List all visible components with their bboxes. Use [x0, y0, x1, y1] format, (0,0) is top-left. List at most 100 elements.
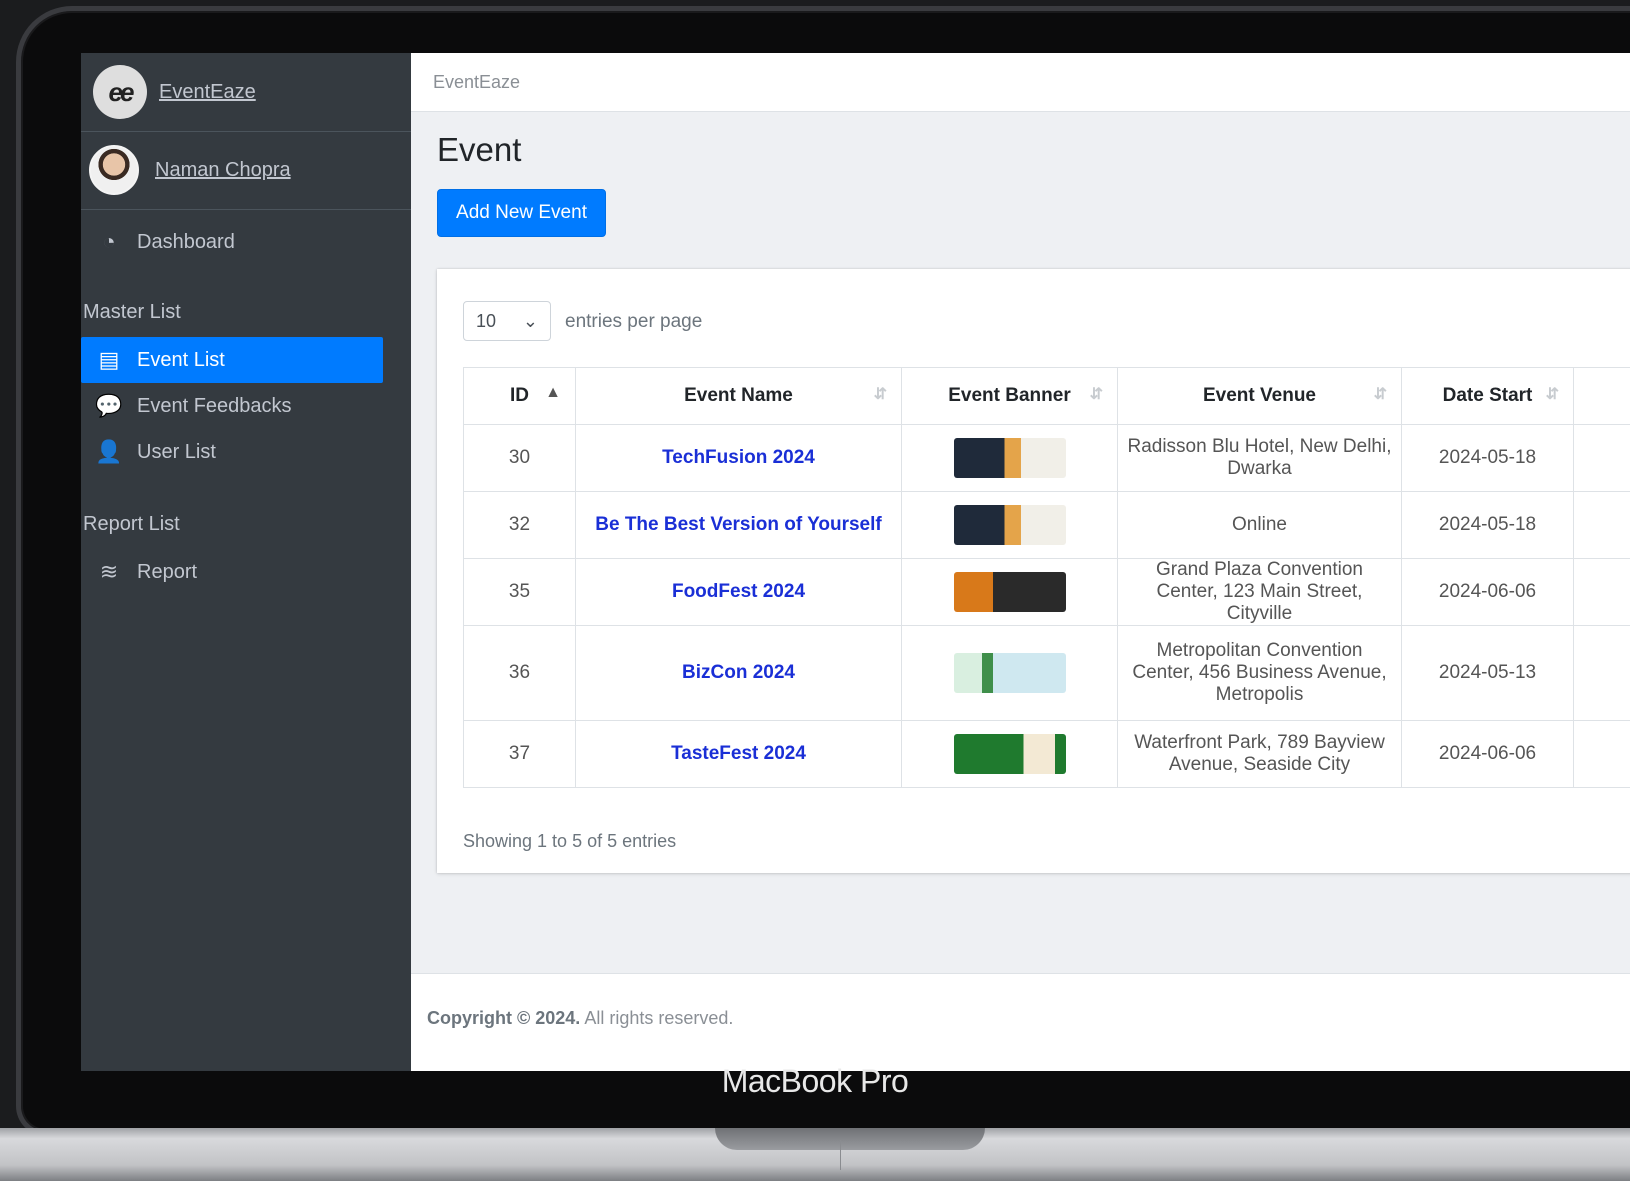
table-row: 32 Be The Best Version of Yourself Onlin…: [463, 491, 1630, 559]
table-row: 30 TechFusion 2024 Radisson Blu Hotel, N…: [463, 424, 1630, 492]
sidebar: ee EventEaze Naman Chopra ◔ Dashboard Ma…: [81, 53, 411, 1071]
sidebar-item-label: Report: [137, 560, 198, 583]
cell-truncated: [1573, 720, 1630, 788]
event-name-link[interactable]: TasteFest 2024: [575, 720, 902, 788]
event-name-link[interactable]: TechFusion 2024: [575, 424, 902, 492]
sidebar-item-label: Dashboard: [137, 230, 235, 253]
cell-date-start: 2024-05-18: [1401, 491, 1574, 559]
laptop-base-seam: [840, 1140, 841, 1170]
event-name-link[interactable]: BizCon 2024: [575, 625, 902, 721]
event-table: ID ▲ Event Name ⇵ Event Banner ⇵ Event Venu…: [463, 367, 1630, 788]
cell-date-start: 2024-06-06: [1401, 558, 1574, 626]
event-banner-image: [953, 572, 1066, 612]
cell-banner: [901, 491, 1118, 559]
table-row: 36 BizCon 2024 Metropolitan Convention C…: [463, 625, 1630, 721]
entries-per-page-label: entries per page: [565, 311, 703, 332]
avatar: [89, 145, 139, 195]
cell-date-start: 2024-05-13: [1401, 625, 1574, 721]
table-icon: ▤: [98, 347, 120, 372]
dashboard-icon: ◔: [102, 229, 116, 254]
table-row: 37 TasteFest 2024 Waterfront Park, 789 B…: [463, 720, 1630, 788]
sidebar-item-label: User List: [137, 440, 216, 463]
entries-per-page-value: 10: [476, 310, 497, 331]
footer: Copyright © 2024. All rights reserved.: [411, 973, 1630, 1071]
brand-link[interactable]: ee EventEaze: [81, 53, 411, 132]
laptop-notch: [715, 1128, 985, 1150]
column-label: Date Start: [1442, 385, 1533, 406]
cell-truncated: [1573, 558, 1630, 626]
cell-venue: Radisson Blu Hotel, New Delhi, Dwarka: [1117, 424, 1402, 492]
column-header-event-banner[interactable]: Event Banner ⇵: [901, 367, 1118, 425]
cell-venue: Metropolitan Convention Center, 456 Busi…: [1117, 625, 1402, 721]
column-header-event-name[interactable]: Event Name ⇵: [575, 367, 902, 425]
sort-icon: ⇵: [1373, 386, 1387, 403]
cell-banner: [901, 720, 1118, 788]
event-banner-image: [953, 505, 1066, 545]
cell-venue: Grand Plaza Convention Center, 123 Main …: [1117, 558, 1402, 626]
footer-rights: All rights reserved.: [584, 1008, 734, 1028]
user-name-link[interactable]: Naman Chopra: [155, 159, 291, 182]
entries-per-page-select[interactable]: 10 ⌄: [463, 301, 551, 341]
cell-banner: [901, 558, 1118, 626]
sidebar-item-event-feedbacks[interactable]: 💬 Event Feedbacks: [81, 383, 383, 429]
sidebar-item-label: Event List: [137, 348, 225, 371]
cell-truncated: [1573, 491, 1630, 559]
cell-date-start: 2024-06-06: [1401, 720, 1574, 788]
cell-id: 37: [463, 720, 576, 788]
chevron-down-icon: ⌄: [522, 310, 538, 331]
sidebar-item-dashboard[interactable]: ◔ Dashboard: [81, 219, 383, 265]
column-label: ID: [510, 385, 529, 406]
sort-icon: ⇵: [1545, 386, 1559, 403]
column-header-id[interactable]: ID ▲: [463, 367, 576, 425]
event-banner-image: [953, 438, 1066, 478]
nav-header-report-list: Report List: [83, 513, 180, 535]
column-header-event-venue[interactable]: Event Venue ⇵: [1117, 367, 1402, 425]
cell-venue: Waterfront Park, 789 Bayview Avenue, Sea…: [1117, 720, 1402, 788]
table-header-row: ID ▲ Event Name ⇵ Event Banner ⇵ Event Venu…: [463, 367, 1630, 425]
cell-date-start: 2024-05-18: [1401, 424, 1574, 492]
cell-truncated: [1573, 625, 1630, 721]
sidebar-item-report[interactable]: ≋ Report: [81, 549, 383, 595]
cell-id: 32: [463, 491, 576, 559]
sidebar-item-user-list[interactable]: 👤 User List: [81, 429, 383, 475]
sort-icon: ⇵: [873, 386, 887, 403]
table-row: 35 FoodFest 2024 Grand Plaza Convention …: [463, 558, 1630, 626]
footer-text: Copyright © 2024. All rights reserved.: [427, 1008, 733, 1029]
footer-copyright: Copyright © 2024.: [427, 1008, 581, 1028]
comments-icon: 💬: [95, 393, 123, 418]
event-name-link[interactable]: Be The Best Version of Yourself: [575, 491, 902, 559]
app-screen: ee EventEaze Naman Chopra ◔ Dashboard Ma…: [81, 53, 1630, 1071]
device-label: MacBook Pro: [721, 1063, 909, 1099]
cell-banner: [901, 625, 1118, 721]
sidebar-item-event-list[interactable]: ▤ Event List: [81, 337, 383, 383]
topbar-brand[interactable]: EventEaze: [433, 72, 520, 93]
event-banner-image: [953, 734, 1066, 774]
column-header-truncated[interactable]: [1573, 367, 1630, 425]
laptop-frame: ee EventEaze Naman Chopra ◔ Dashboard Ma…: [16, 6, 1630, 1136]
cell-id: 30: [463, 424, 576, 492]
event-table-card: 10 ⌄ entries per page ID ▲ Event Name ⇵ Ev…: [437, 269, 1630, 873]
event-banner-image: [953, 653, 1066, 693]
page-title: Event: [437, 131, 522, 168]
cell-banner: [901, 424, 1118, 492]
topbar: EventEaze: [411, 53, 1630, 112]
brand-logo: ee: [93, 65, 147, 119]
cell-venue: Online: [1117, 491, 1402, 559]
nav-header-master-list: Master List: [83, 301, 181, 323]
sort-icon: ⇵: [1089, 386, 1103, 403]
cell-id: 36: [463, 625, 576, 721]
brand-name[interactable]: EventEaze: [159, 81, 256, 104]
column-label: Event Banner: [948, 385, 1071, 406]
cell-truncated: [1573, 424, 1630, 492]
column-header-date-start[interactable]: Date Start ⇵: [1401, 367, 1574, 425]
cell-id: 35: [463, 558, 576, 626]
user-panel: Naman Chopra: [81, 131, 411, 210]
column-label: Event Name: [684, 385, 793, 406]
database-icon: ≋: [99, 559, 119, 584]
sort-asc-icon: ▲: [545, 384, 561, 401]
add-new-event-button[interactable]: Add New Event: [437, 189, 606, 237]
user-icon: 👤: [95, 439, 123, 464]
sidebar-item-label: Event Feedbacks: [137, 394, 292, 417]
table-info: Showing 1 to 5 of 5 entries: [463, 831, 677, 851]
event-name-link[interactable]: FoodFest 2024: [575, 558, 902, 626]
